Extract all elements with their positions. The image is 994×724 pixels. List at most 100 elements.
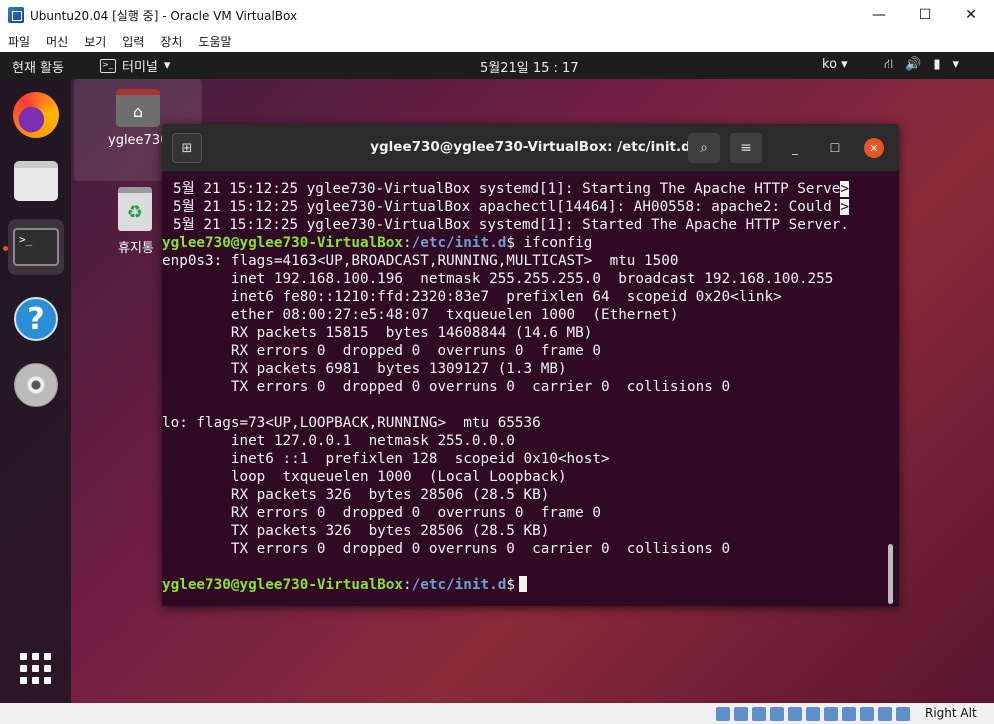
output-line: RX errors 0 dropped 0 overruns 0 frame 0 (162, 343, 601, 359)
dock-terminal[interactable]: >_ (8, 219, 64, 275)
prompt-user: yglee730@yglee730-VirtualBox (162, 235, 404, 251)
output-line: ether 08:00:27:e5:48:07 txqueuelen 1000 … (162, 307, 679, 323)
minimize-button[interactable]: _ (786, 139, 804, 157)
device-status-icons (716, 707, 910, 721)
close-icon: ✕ (869, 141, 879, 155)
active-prompt-line: yglee730@yglee730-VirtualBox:/etc/init.d… (162, 576, 899, 594)
virtualbox-titlebar: Ubuntu20.04 [실행 중] - Oracle VM VirtualBo… (0, 0, 994, 30)
truncation-marker: > (840, 199, 849, 215)
trash-label: 휴지통 (118, 241, 154, 256)
audio-icon[interactable] (752, 707, 766, 721)
dock-files[interactable] (8, 153, 64, 209)
close-icon[interactable]: ✕ (948, 0, 994, 30)
output-line: inet6 fe80::1210:ffd:2320:83e7 prefixlen… (162, 289, 782, 305)
firefox-icon (13, 92, 59, 138)
menu-file[interactable]: 파일 (0, 33, 38, 50)
shared-folders-icon[interactable] (806, 707, 820, 721)
output-line: lo: flags=73<UP,LOOPBACK,RUNNING> mtu 65… (162, 415, 541, 431)
truncation-marker: > (840, 181, 849, 197)
log-line: 5월 21 15:12:25 yglee730-VirtualBox apach… (173, 199, 849, 215)
trash-icon: ♻ (118, 187, 152, 231)
prompt-line: yglee730@yglee730-VirtualBox:/etc/init.d… (162, 235, 593, 251)
hard-disk-icon[interactable] (716, 707, 730, 721)
app-menu-label: 터미널 (122, 60, 158, 75)
host-key-label: Right Alt (925, 706, 977, 720)
files-icon (14, 161, 58, 201)
menu-view[interactable]: 보기 (76, 33, 114, 50)
help-icon: ? (14, 297, 58, 341)
dock-help[interactable]: ? (8, 291, 64, 347)
dvd-icon (14, 363, 58, 407)
minimize-icon: _ (792, 141, 798, 155)
input-method-label: ko (822, 57, 838, 72)
text-cursor (518, 576, 527, 592)
menu-help[interactable]: 도움말 (190, 33, 239, 50)
desktop-trash[interactable]: ♻ 휴지통 (100, 187, 170, 256)
close-button[interactable]: ✕ (864, 138, 884, 158)
app-menu-terminal[interactable]: >_ 터미널 ▾ (100, 56, 170, 75)
dock-firefox[interactable] (8, 87, 64, 143)
virtualbox-menubar: 파일 머신 보기 입력 장치 도움말 (0, 30, 994, 52)
terminal-icon: >_ (13, 228, 59, 266)
mouse-integration-icon[interactable] (878, 707, 892, 721)
maximize-icon[interactable]: ☐ (902, 0, 948, 30)
prompt-path: /etc/init.d (411, 235, 507, 251)
dock-dvd[interactable] (8, 357, 64, 413)
terminal-icon: >_ (100, 58, 116, 73)
command-text: ifconfig (523, 235, 593, 251)
dropdown-arrow-icon: ▾ (952, 57, 960, 72)
minimize-icon[interactable]: — (856, 0, 902, 30)
maximize-button[interactable]: ☐ (826, 139, 844, 157)
virtualbox-icon (8, 7, 24, 23)
menu-button[interactable]: ≡ (730, 133, 762, 163)
dock: >_ ? (0, 79, 71, 703)
volume-icon: 🔊 (905, 57, 922, 72)
log-line: 5월 21 15:12:25 yglee730-VirtualBox syste… (173, 217, 849, 233)
prompt-user: yglee730@yglee730-VirtualBox (162, 577, 404, 593)
cpu-icon[interactable] (860, 707, 874, 721)
output-line: RX packets 326 bytes 28506 (28.5 KB) (162, 487, 550, 503)
output-line: enp0s3: flags=4163<UP,BROADCAST,RUNNING,… (162, 253, 679, 269)
output-line: inet 127.0.0.1 netmask 255.0.0.0 (162, 433, 515, 449)
prompt-path: /etc/init.d (411, 577, 507, 593)
output-line: TX errors 0 dropped 0 overruns 0 carrier… (162, 541, 731, 557)
keyboard-icon[interactable] (896, 707, 910, 721)
output-line: TX errors 0 dropped 0 overruns 0 carrier… (162, 379, 731, 395)
menu-input[interactable]: 입력 (114, 33, 152, 50)
activities-button[interactable]: 현재 활동 (12, 57, 64, 76)
output-line: RX errors 0 dropped 0 overruns 0 frame 0 (162, 505, 601, 521)
terminal-window[interactable]: ⊞ yglee730@yglee730-VirtualBox: /etc/ini… (162, 124, 899, 606)
input-method-selector[interactable]: ko ▾ (822, 57, 848, 72)
network-adapter-icon[interactable] (770, 707, 784, 721)
dropdown-arrow-icon: ▾ (163, 58, 171, 73)
recording-icon[interactable] (842, 707, 856, 721)
search-button[interactable]: ⌕ (688, 133, 720, 163)
hamburger-icon: ≡ (740, 140, 752, 156)
clock[interactable]: 5월21일 15 : 17 (480, 57, 579, 76)
battery-icon: ▮ (933, 57, 941, 72)
menu-machine[interactable]: 머신 (38, 33, 76, 50)
system-status-menu[interactable]: ⛙ 🔊 ▮ ▾ (884, 57, 959, 74)
output-line: loop txqueuelen 1000 (Local Loopback) (162, 469, 567, 485)
terminal-scrollbar[interactable] (888, 544, 893, 604)
optical-drive-icon[interactable] (734, 707, 748, 721)
output-line: RX packets 15815 bytes 14608844 (14.6 MB… (162, 325, 593, 341)
terminal-output[interactable]: 5월 21 15:12:25 yglee730-VirtualBox syste… (162, 172, 899, 606)
dropdown-arrow-icon: ▾ (841, 57, 848, 72)
display-icon[interactable] (824, 707, 838, 721)
menu-devices[interactable]: 장치 (152, 33, 190, 50)
virtualbox-statusbar: Right Alt (0, 703, 994, 724)
window-title: Ubuntu20.04 [실행 중] - Oracle VM VirtualBo… (30, 8, 298, 23)
running-indicator (3, 246, 8, 251)
terminal-headerbar: ⊞ yglee730@yglee730-VirtualBox: /etc/ini… (162, 124, 899, 172)
search-icon: ⌕ (700, 140, 708, 156)
maximize-icon: ☐ (829, 141, 841, 155)
home-folder-icon: ⌂ (116, 89, 160, 127)
desktop: >_ ? ⌂ yglee730 ♻ 휴지통 ⊞ yglee730@yglee73… (0, 79, 994, 703)
output-line: TX packets 326 bytes 28506 (28.5 KB) (162, 523, 550, 539)
usb-icon[interactable] (788, 707, 802, 721)
show-applications-icon[interactable] (20, 653, 52, 685)
output-line: inet 192.168.100.196 netmask 255.255.255… (162, 271, 834, 287)
